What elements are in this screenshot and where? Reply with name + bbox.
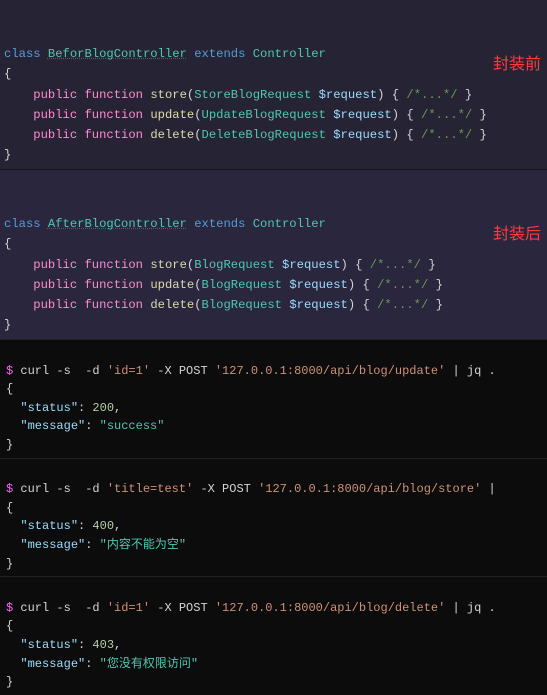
code-block-before: 封装前 class BeforBlogController extends Co… (0, 0, 547, 169)
comment: /*...*/ (406, 88, 457, 102)
json-value: 200 (92, 401, 114, 415)
cmd-seg: | (445, 601, 467, 615)
cmd-seg: -s -d (49, 364, 107, 378)
keyword-public: public (33, 128, 77, 142)
keyword-public: public (33, 258, 77, 272)
json-value: "您没有权限访问" (100, 657, 198, 671)
keyword-function: function (84, 298, 143, 312)
keyword-extends: extends (194, 47, 245, 61)
comment: /*...*/ (377, 278, 428, 292)
param-var: $request (282, 258, 341, 272)
param-var: $request (319, 88, 378, 102)
cmd-seg: '127.0.0.1:8000/api/blog/delete' (215, 601, 445, 615)
code-block-after: 封装后 class AfterBlogController extends Co… (0, 169, 547, 339)
cmd-seg: '127.0.0.1:8000/api/blog/update' (215, 364, 445, 378)
cmd-seg: curl (20, 364, 49, 378)
comment: /*...*/ (377, 298, 428, 312)
annotation-after: 封装后 (493, 222, 541, 248)
terminal-row: $ curl -s -d 'id=1' -X POST '127.0.0.1:8… (0, 339, 547, 458)
keyword-function: function (84, 128, 143, 142)
parent-class: Controller (253, 217, 326, 231)
param-var: $request (333, 128, 392, 142)
param-var: $request (333, 108, 392, 122)
keyword-function: function (84, 278, 143, 292)
comment: /*...*/ (421, 108, 472, 122)
method-name: update (150, 108, 194, 122)
parent-class: Controller (253, 47, 326, 61)
class-name-after: AfterBlogController (48, 217, 187, 231)
keyword-function: function (84, 88, 143, 102)
param-type: BlogRequest (202, 278, 282, 292)
annotation-before: 封装前 (493, 52, 541, 78)
cmd-seg: -X POST (150, 601, 215, 615)
param-var: $request (289, 278, 348, 292)
param-type: BlogRequest (202, 298, 282, 312)
json-key: "status" (20, 519, 78, 533)
cmd-seg: '127.0.0.1:8000/api/blog/store' (258, 482, 481, 496)
method-name: delete (150, 128, 194, 142)
keyword-class: class (4, 217, 41, 231)
param-var: $request (289, 298, 348, 312)
cmd-seg: -s -d (49, 601, 107, 615)
json-key: "message" (20, 657, 85, 671)
method-name: update (150, 278, 194, 292)
param-type: StoreBlogRequest (194, 88, 311, 102)
keyword-public: public (33, 298, 77, 312)
terminal-row: $ curl -s -d 'title=test' -X POST '127.0… (0, 458, 547, 577)
cmd-seg: jq . (467, 364, 496, 378)
keyword-public: public (33, 88, 77, 102)
method-name: delete (150, 298, 194, 312)
json-key: "message" (20, 419, 85, 433)
cmd-seg: 'id=1' (107, 364, 150, 378)
json-key: "message" (20, 538, 85, 552)
keyword-public: public (33, 278, 77, 292)
json-value: "内容不能为空" (100, 538, 186, 552)
cmd-seg: -X POST (150, 364, 215, 378)
prompt-symbol: $ (6, 364, 13, 378)
keyword-function: function (84, 258, 143, 272)
method-name: store (150, 258, 187, 272)
json-value: 400 (92, 519, 114, 533)
keyword-class: class (4, 47, 41, 61)
cmd-seg: curl (20, 482, 49, 496)
keyword-function: function (84, 108, 143, 122)
cmd-seg: | (481, 482, 503, 496)
class-name-before: BeforBlogController (48, 47, 187, 61)
method-name: store (150, 88, 187, 102)
cmd-seg: jq . (467, 601, 496, 615)
param-type: BlogRequest (194, 258, 274, 272)
json-key: "status" (20, 401, 78, 415)
keyword-public: public (33, 108, 77, 122)
cmd-seg: | (445, 364, 467, 378)
param-type: DeleteBlogRequest (202, 128, 326, 142)
cmd-seg: -s -d (49, 482, 107, 496)
keyword-extends: extends (194, 217, 245, 231)
cmd-seg: curl (20, 601, 49, 615)
comment: /*...*/ (421, 128, 472, 142)
terminal-row: $ curl -s -d 'id=1' -X POST '127.0.0.1:8… (0, 576, 547, 695)
json-value: "success" (100, 419, 165, 433)
cmd-seg: -X POST (193, 482, 258, 496)
prompt-symbol: $ (6, 601, 13, 615)
json-key: "status" (20, 638, 78, 652)
json-value: 403 (92, 638, 114, 652)
comment: /*...*/ (370, 258, 421, 272)
prompt-symbol: $ (6, 482, 13, 496)
param-type: UpdateBlogRequest (202, 108, 326, 122)
cmd-seg: 'id=1' (107, 601, 150, 615)
cmd-seg: 'title=test' (107, 482, 193, 496)
